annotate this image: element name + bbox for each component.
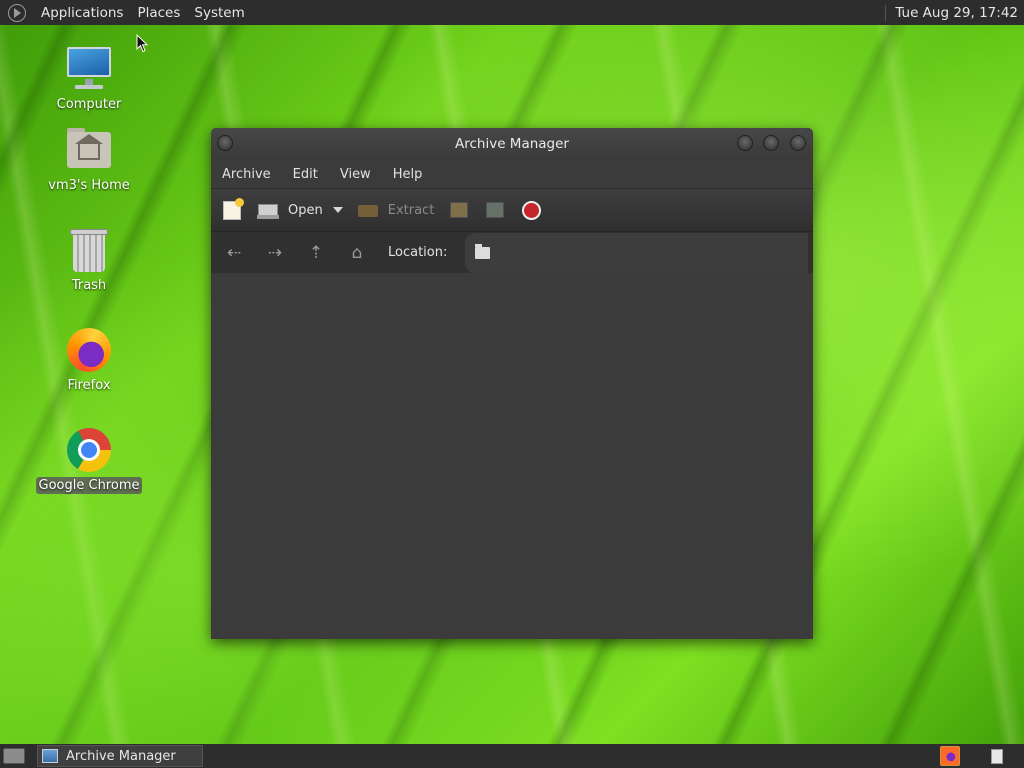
window-title: Archive Manager (455, 136, 569, 152)
extract-icon (357, 200, 379, 220)
new-document-icon (221, 198, 244, 220)
maximize-button[interactable] (763, 135, 779, 151)
extract-label: Extract (387, 202, 435, 218)
location-field[interactable] (465, 232, 808, 273)
show-desktop-icon[interactable] (3, 748, 25, 764)
taskbar-item-archive-manager[interactable]: Archive Manager (37, 745, 203, 767)
back-icon[interactable]: ⇠ (223, 243, 245, 263)
archive-manager-window: Archive Manager Archive Edit View Help O… (211, 128, 813, 639)
desktop-icon-computer[interactable]: Computer (34, 45, 144, 113)
taskbar-item-label: Archive Manager (66, 748, 176, 764)
add-files-button[interactable] (448, 200, 470, 220)
desktop-icon-label: vm3's Home (48, 178, 130, 193)
toolbar: Open Extract (211, 188, 813, 231)
chrome-icon (65, 426, 113, 474)
tray-firefox-icon[interactable] (940, 746, 960, 766)
firefox-icon (65, 326, 113, 374)
location-label: Location: (388, 245, 448, 260)
home-folder-icon (65, 126, 113, 174)
desktop-icon-label: Google Chrome (35, 477, 143, 494)
computer-icon (65, 45, 113, 93)
menu-edit[interactable]: Edit (282, 167, 329, 182)
folder-icon (475, 243, 491, 259)
desktop-icon-label: Firefox (67, 378, 111, 393)
forward-icon[interactable]: ⇢ (264, 243, 286, 263)
trash-icon (65, 226, 113, 274)
stop-icon (520, 200, 542, 220)
open-folder-icon (257, 200, 279, 220)
desktop-icon-label: Trash (71, 278, 107, 293)
location-bar: ⇠ ⇢ ⇡ ⌂ Location: (211, 231, 813, 273)
desktop-icon-home[interactable]: vm3's Home (34, 126, 144, 194)
home-icon[interactable]: ⌂ (346, 243, 368, 263)
open-button[interactable]: Open (257, 200, 323, 220)
archive-content-area[interactable] (211, 273, 813, 639)
add-folder-button[interactable] (484, 200, 506, 220)
open-label: Open (288, 202, 323, 218)
desktop-icon-trash[interactable]: Trash (34, 226, 144, 294)
top-panel: Applications Places System Tue Aug 29, 1… (0, 0, 1024, 25)
menu-system[interactable]: System (187, 5, 251, 21)
desktop-icon-firefox[interactable]: Firefox (34, 326, 144, 394)
menu-help[interactable]: Help (382, 167, 434, 182)
open-recent-dropdown[interactable] (332, 207, 343, 213)
add-folder-icon (484, 200, 506, 220)
window-titlebar[interactable]: Archive Manager (211, 128, 813, 160)
tray-document-icon[interactable] (991, 748, 1003, 764)
extract-button[interactable]: Extract (357, 200, 435, 220)
close-button[interactable] (790, 135, 806, 151)
stop-button[interactable] (520, 200, 542, 220)
clock[interactable]: Tue Aug 29, 17:42 (885, 4, 1024, 21)
menu-applications[interactable]: Applications (34, 5, 130, 21)
desktop-icon-label: Computer (56, 97, 122, 112)
add-files-icon (448, 200, 470, 220)
menu-places[interactable]: Places (130, 5, 187, 21)
menu-archive[interactable]: Archive (211, 167, 282, 182)
up-icon[interactable]: ⇡ (305, 243, 327, 263)
archive-manager-icon (42, 749, 58, 763)
bottom-panel: Archive Manager (0, 744, 1024, 768)
new-archive-button[interactable] (221, 198, 244, 220)
menubar: Archive Edit View Help (211, 160, 813, 188)
minimize-button[interactable] (737, 135, 753, 151)
system-logo-icon[interactable] (8, 3, 26, 22)
desktop-icon-chrome[interactable]: Google Chrome (34, 426, 144, 494)
menu-view[interactable]: View (329, 167, 382, 182)
